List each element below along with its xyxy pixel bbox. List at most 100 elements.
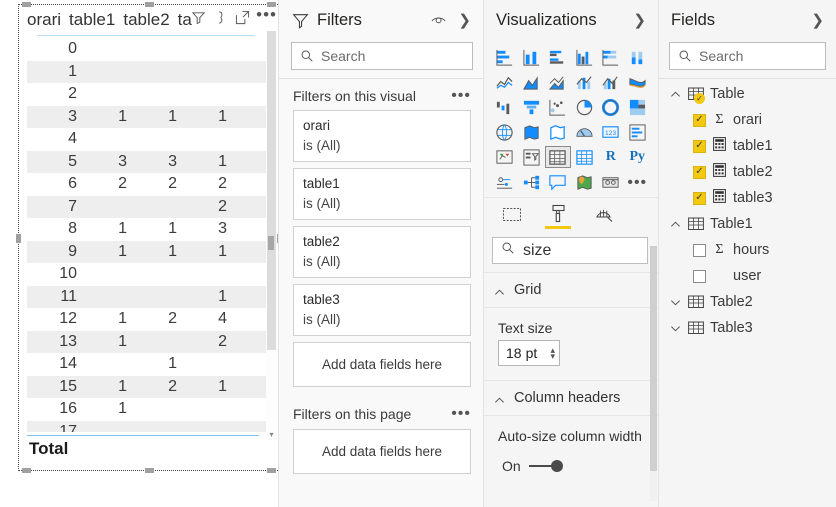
table-cell-table1[interactable]: 1 <box>83 378 133 396</box>
100-stacked-bar-chart-icon[interactable] <box>598 46 624 68</box>
table-row[interactable]: 17 <box>27 420 275 432</box>
table-row[interactable]: 4 <box>27 128 275 151</box>
table-cell-table3[interactable]: 1 <box>183 288 233 306</box>
table-row[interactable]: 15 1 2 1 <box>27 375 275 398</box>
map-icon[interactable] <box>492 121 518 143</box>
filter-card[interactable]: orari is (All) <box>293 110 471 162</box>
field-checkbox[interactable]: ✓ <box>693 139 706 153</box>
table-cell-orari[interactable]: 3 <box>27 108 83 126</box>
card-icon[interactable]: 123 <box>598 121 624 143</box>
table-cell-orari[interactable]: 1 <box>27 63 83 81</box>
filter-card[interactable]: table3 is (All) <box>293 284 471 336</box>
column-header-orari[interactable]: orari <box>27 10 69 30</box>
clustered-bar-chart-icon[interactable] <box>545 46 571 68</box>
more-options-icon[interactable]: ••• <box>256 6 277 26</box>
multi-row-card-icon[interactable] <box>625 121 651 143</box>
pin-icon[interactable] <box>212 9 229 26</box>
field-checkbox[interactable]: ✓ <box>693 191 706 205</box>
fields-table-table1[interactable]: Table1 <box>659 211 836 237</box>
fields-search-input[interactable]: Search <box>669 42 826 70</box>
grid-section-header[interactable]: Grid <box>484 272 658 308</box>
area-chart-icon[interactable] <box>519 71 545 93</box>
table-vertical-scrollbar[interactable]: ▾ <box>266 31 277 440</box>
r-script-visual-icon[interactable]: R <box>598 146 624 168</box>
format-tab[interactable] <box>544 204 572 231</box>
table-cell-table1[interactable]: 2 <box>83 175 133 193</box>
ribbon-chart-icon[interactable] <box>625 71 651 93</box>
table-row[interactable]: 12 1 2 4 <box>27 308 275 331</box>
treemap-icon[interactable] <box>625 96 651 118</box>
column-header-table2[interactable]: table2 <box>123 10 177 30</box>
table-row[interactable]: 13 1 2 <box>27 330 275 353</box>
table-cell-table3[interactable]: 1 <box>183 153 233 171</box>
filters-search-input[interactable]: Search <box>291 42 473 70</box>
page-filter-dropzone[interactable]: Add data fields here <box>293 429 471 474</box>
table-row[interactable]: 6222 <box>27 173 275 196</box>
table-cell-table1[interactable]: 1 <box>83 220 133 238</box>
python-visual-icon[interactable]: Py <box>625 146 651 168</box>
chevron-down-icon[interactable] <box>669 323 681 334</box>
table-cell-table1[interactable]: 1 <box>83 108 133 126</box>
100-stacked-column-chart-icon[interactable] <box>625 46 651 68</box>
table-cell-table2[interactable]: 1 <box>133 243 183 261</box>
format-scrollbar-thumb[interactable] <box>650 246 657 471</box>
line-clustered-column-chart-icon[interactable] <box>598 71 624 93</box>
chevron-up-icon[interactable] <box>669 219 681 230</box>
key-influencers-icon[interactable] <box>492 171 518 193</box>
table-cell-table3[interactable]: 2 <box>183 198 233 216</box>
table-row[interactable]: 3111 <box>27 105 275 128</box>
waterfall-chart-icon[interactable] <box>492 96 518 118</box>
line-stacked-column-chart-icon[interactable] <box>572 71 598 93</box>
field-checkbox[interactable]: ✓ <box>693 113 706 127</box>
text-size-stepper[interactable]: 18 pt ▴ ▾ <box>498 340 560 366</box>
table-row[interactable]: 9111 <box>27 240 275 263</box>
clustered-column-chart-icon[interactable] <box>572 46 598 68</box>
stacked-area-chart-icon[interactable] <box>545 71 571 93</box>
format-search-input[interactable]: size <box>492 237 648 264</box>
pie-chart-icon[interactable] <box>572 96 598 118</box>
gauge-icon[interactable] <box>572 121 598 143</box>
analytics-tab[interactable] <box>590 205 618 231</box>
table-icon[interactable] <box>545 146 571 168</box>
table-cell-orari[interactable]: 9 <box>27 243 83 261</box>
table-row[interactable]: 0 <box>27 38 275 61</box>
table-row[interactable]: 5331 <box>27 150 275 173</box>
fields-table-table2[interactable]: Table2 <box>659 289 836 315</box>
stacked-column-chart-icon[interactable] <box>519 46 545 68</box>
table-row[interactable]: 10 <box>27 263 275 286</box>
table-cell-table2[interactable]: 2 <box>133 378 183 396</box>
arcgis-maps-icon[interactable] <box>572 171 598 193</box>
table-cell-orari[interactable]: 13 <box>27 333 83 351</box>
format-pane-scrollbar[interactable] <box>650 246 657 501</box>
filter-icon[interactable] <box>190 9 207 26</box>
table-cell-table1[interactable]: 1 <box>83 400 133 418</box>
table-cell-table3[interactable]: 2 <box>183 175 233 193</box>
field-item-table3[interactable]: ✓ table3 <box>659 185 836 211</box>
table-row[interactable]: 2 <box>27 83 275 106</box>
table-cell-table1[interactable]: 1 <box>83 333 133 351</box>
column-header-table1[interactable]: table1 <box>69 10 123 30</box>
fields-table-table3[interactable]: Table3 <box>659 315 836 341</box>
table-cell-table2[interactable]: 3 <box>133 153 183 171</box>
table-cell-table3[interactable]: 1 <box>183 243 233 261</box>
table-cell-table3[interactable]: 1 <box>183 378 233 396</box>
table-cell-orari[interactable]: 2 <box>27 85 83 103</box>
table-cell-table1[interactable]: 1 <box>83 310 133 328</box>
expand-chevron-icon[interactable]: ❯ <box>456 11 473 29</box>
shape-map-icon[interactable] <box>545 121 571 143</box>
focus-mode-icon[interactable] <box>234 9 251 26</box>
chevron-down-icon[interactable] <box>669 297 681 308</box>
filter-card[interactable]: table1 is (All) <box>293 168 471 220</box>
field-item-table1[interactable]: ✓ table1 <box>659 133 836 159</box>
stacked-bar-chart-icon[interactable] <box>492 46 518 68</box>
table-cell-table1[interactable]: 3 <box>83 153 133 171</box>
fields-table-table[interactable]: ✓ Table <box>659 81 836 107</box>
table-cell-orari[interactable]: 0 <box>27 40 83 58</box>
table-cell-orari[interactable]: 8 <box>27 220 83 238</box>
field-item-hours[interactable]: Σhours <box>659 237 836 263</box>
chevron-up-icon[interactable] <box>669 89 681 100</box>
table-cell-orari[interactable]: 14 <box>27 355 83 373</box>
table-row[interactable]: 8113 <box>27 218 275 241</box>
table-row[interactable]: 72 <box>27 195 275 218</box>
more-visuals-icon[interactable]: ••• <box>625 171 651 193</box>
